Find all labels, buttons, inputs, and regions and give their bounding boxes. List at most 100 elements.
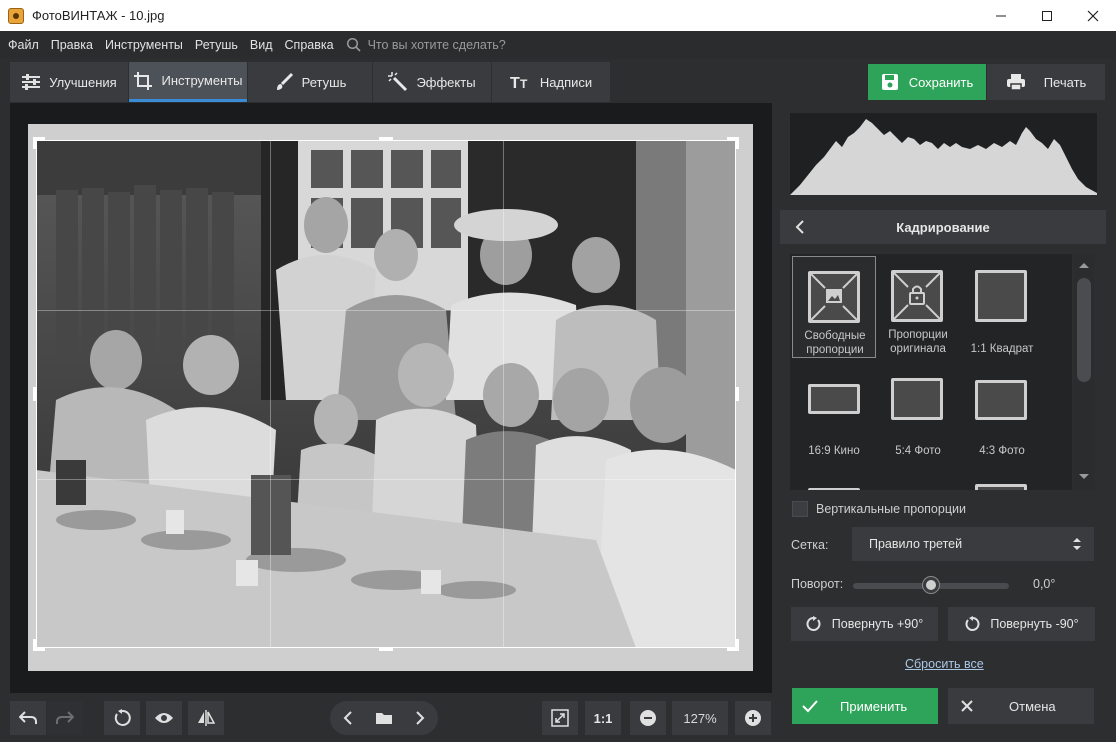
preset-4-3[interactable]: 4:3 Фото (960, 360, 1044, 462)
svg-text:T: T (510, 75, 520, 91)
window-title: ФотоВИНТАЖ - 10.jpg (32, 8, 165, 23)
preset-label: 16:9 Кино (808, 445, 860, 457)
panel-title: Кадрирование (896, 219, 990, 235)
save-label: Сохранить (908, 74, 974, 90)
preview-button[interactable] (146, 701, 182, 735)
photo-43-icon (975, 380, 1027, 420)
tab-effects[interactable]: Эффекты (373, 62, 491, 102)
zoom-level: 127% (672, 701, 728, 735)
fit-to-screen-button[interactable] (542, 701, 578, 735)
floppy-disk-icon (881, 74, 898, 90)
check-icon (802, 700, 818, 713)
preset-label: 1:1 Квадрат (970, 343, 1034, 355)
crop-handle-left[interactable] (33, 387, 36, 401)
tab-retouch[interactable]: Ретушь (248, 62, 372, 102)
menu-file[interactable]: Файл (2, 38, 45, 52)
print-button[interactable]: Печать (987, 64, 1105, 100)
sliders-icon (22, 74, 41, 90)
vertical-proportions-label: Вертикальные пропорции (816, 502, 966, 516)
zoom-in-button[interactable] (735, 701, 771, 735)
preset-original[interactable]: Пропорции оригинала (876, 256, 960, 358)
rotate-minus-label: Повернуть -90° (990, 617, 1079, 631)
chevron-left-icon (795, 220, 804, 234)
menu-tools[interactable]: Инструменты (99, 38, 189, 52)
actual-size-button[interactable]: 1:1 (585, 701, 621, 735)
search-placeholder: Что вы хотите сделать? (367, 38, 506, 52)
rotation-slider-thumb[interactable] (923, 577, 939, 593)
reset-all-link[interactable]: Сбросить все (905, 657, 984, 671)
undo-button[interactable] (10, 701, 46, 735)
title-bar: ФотоВИНТАЖ - 10.jpg (0, 0, 1116, 31)
printer-icon (1006, 74, 1025, 91)
scrollbar-thumb[interactable] (1077, 278, 1091, 382)
vertical-proportions-toggle[interactable]: Вертикальные пропорции (792, 501, 966, 517)
minimize-button[interactable] (978, 0, 1024, 31)
preset-partial[interactable] (792, 466, 876, 490)
widescreen-icon (808, 384, 860, 414)
rotate-right-icon (806, 616, 821, 631)
zoom-out-button[interactable] (630, 701, 666, 735)
close-button[interactable] (1070, 0, 1116, 31)
close-icon (961, 700, 973, 712)
main-tabs: Улучшения Инструменты Ретушь Эффекты TT … (10, 62, 611, 102)
apply-label: Применить (840, 698, 908, 714)
tab-improvements[interactable]: Улучшения (10, 62, 128, 102)
previous-image-button[interactable] (330, 701, 366, 735)
crop-handle-right[interactable] (736, 387, 739, 401)
rotate-left-icon (965, 616, 980, 631)
crop-handle-bottom[interactable] (379, 648, 393, 651)
vertical-proportions-checkbox[interactable] (792, 501, 808, 517)
chevron-left-icon (343, 711, 352, 725)
histogram (790, 113, 1097, 195)
rotate-left-icon (114, 709, 131, 726)
back-button[interactable] (790, 217, 810, 237)
preset-partial[interactable] (960, 466, 1044, 490)
tab-captions[interactable]: TT Надписи (492, 62, 610, 102)
preset-label: 4:3 Фото (979, 445, 1025, 457)
crop-handle-bottom-right[interactable] (727, 639, 739, 651)
chevron-right-icon (416, 711, 425, 725)
tab-tools[interactable]: Инструменты (129, 62, 247, 102)
menu-view[interactable]: Вид (244, 38, 279, 52)
crop-rectangle[interactable] (36, 140, 736, 648)
preset-free[interactable]: Свободные пропорции (792, 256, 876, 358)
grid-line (270, 141, 271, 647)
magic-wand-icon (388, 72, 408, 92)
menu-search[interactable]: Что вы хотите сделать? (346, 37, 506, 53)
crop-handle-bottom-left[interactable] (33, 639, 45, 651)
rotation-value: 0,0° (1033, 577, 1056, 591)
compare-button[interactable] (188, 701, 224, 735)
redo-button[interactable] (47, 701, 83, 735)
crop-handle-top-left[interactable] (33, 137, 45, 149)
tab-label: Ретушь (301, 74, 347, 90)
expand-icon (551, 709, 569, 727)
open-folder-button[interactable] (366, 701, 402, 735)
undo-icon (19, 711, 37, 724)
apply-button[interactable]: Применить (792, 688, 938, 724)
save-button[interactable]: Сохранить (868, 64, 986, 100)
preset-label-line2: оригинала (890, 343, 946, 355)
print-label: Печать (1043, 74, 1087, 90)
crop-preset-icon (975, 484, 1027, 490)
presets-scrollbar[interactable] (1074, 254, 1094, 490)
lock-crop-icon (891, 270, 943, 322)
cancel-label: Отмена (1009, 698, 1056, 714)
rotate-minus-90-button[interactable]: Повернуть -90° (948, 607, 1095, 641)
bottom-toolbar: 1:1 127% (0, 696, 780, 742)
reset-image-button[interactable] (104, 701, 140, 735)
crop-handle-top[interactable] (379, 137, 393, 140)
preset-5-4[interactable]: 5:4 Фото (876, 360, 960, 462)
preset-square[interactable]: 1:1 Квадрат (960, 256, 1044, 358)
menu-help[interactable]: Справка (279, 38, 340, 52)
square-icon (975, 270, 1027, 322)
grid-select[interactable]: Правило третей (852, 527, 1094, 561)
cancel-button[interactable]: Отмена (948, 688, 1094, 724)
menu-retouch[interactable]: Ретушь (189, 38, 244, 52)
maximize-button[interactable] (1024, 0, 1070, 31)
text-icon: TT (510, 75, 528, 91)
menu-edit[interactable]: Правка (45, 38, 99, 52)
crop-handle-top-right[interactable] (727, 137, 739, 149)
next-image-button[interactable] (402, 701, 438, 735)
rotate-plus-90-button[interactable]: Повернуть +90° (791, 607, 938, 641)
preset-16-9[interactable]: 16:9 Кино (792, 360, 876, 462)
